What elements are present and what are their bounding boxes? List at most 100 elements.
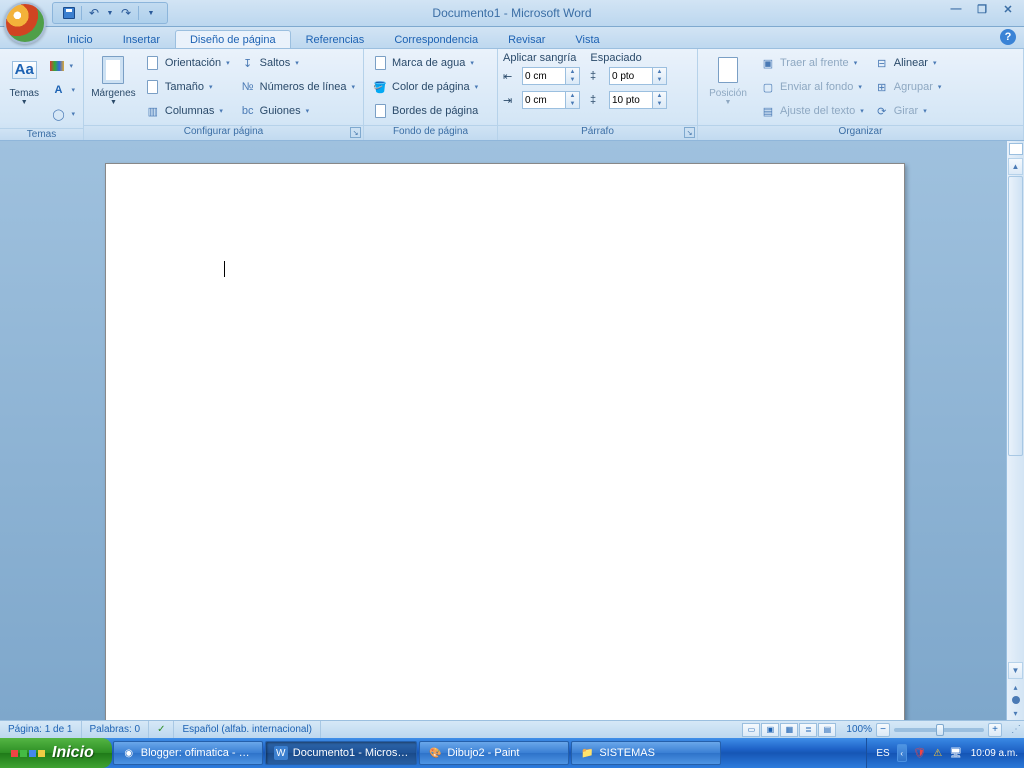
browse-object-button[interactable]: [1012, 696, 1020, 704]
theme-colors-button[interactable]: ▾: [47, 55, 78, 77]
taskbar-item-word[interactable]: WDocumento1 - Micros…: [265, 741, 418, 765]
group-icon: ⊞: [874, 79, 890, 95]
theme-effects-button[interactable]: ◯▾: [47, 103, 78, 125]
undo-icon[interactable]: ↶: [86, 5, 102, 21]
zoom-slider[interactable]: [894, 728, 984, 732]
ruler-toggle-button[interactable]: [1009, 143, 1023, 155]
esp-despues-input[interactable]: [609, 91, 653, 109]
tamano-button[interactable]: Tamaño▾: [142, 76, 233, 98]
spin-up-icon[interactable]: ▲: [653, 68, 666, 76]
spin-up-icon[interactable]: ▲: [653, 92, 666, 100]
guiones-button[interactable]: bcGuiones▾: [237, 100, 358, 122]
status-proofing[interactable]: ✓: [149, 721, 174, 738]
window-title: Documento1 - Microsoft Word: [432, 6, 591, 20]
saltos-button[interactable]: ↧Saltos▾: [237, 52, 358, 74]
language-indicator[interactable]: ES: [873, 748, 892, 759]
zoom-label[interactable]: 100%: [846, 724, 872, 735]
taskbar-item-paint[interactable]: 🎨Dibujo2 - Paint: [419, 741, 569, 765]
scroll-down-button[interactable]: ▼: [1008, 662, 1023, 679]
space-before-icon: ‡: [590, 70, 606, 82]
color-pagina-button[interactable]: 🪣Color de página▾: [369, 76, 481, 98]
esp-antes-spinner[interactable]: ▲▼: [609, 66, 667, 86]
quick-access-toolbar: ↶ ▼ ↷ ▼: [52, 2, 168, 24]
breaks-icon: ↧: [240, 55, 256, 71]
traer-frente-button: ▣Traer al frente▾: [757, 52, 867, 74]
view-web-button[interactable]: ▦: [780, 723, 798, 737]
document-viewport[interactable]: [0, 141, 1006, 720]
system-tray: ES ‹ 🛡 ⚠ 🖥 10:09 a.m.: [866, 738, 1024, 768]
numeros-linea-button[interactable]: №Números de línea▾: [237, 76, 358, 98]
tray-shield-icon[interactable]: 🛡: [913, 746, 927, 760]
tab-correspondencia[interactable]: Correspondencia: [379, 30, 493, 48]
minimize-button[interactable]: —: [946, 2, 966, 16]
spin-down-icon[interactable]: ▼: [566, 100, 579, 108]
spin-up-icon[interactable]: ▲: [566, 68, 579, 76]
spin-down-icon[interactable]: ▼: [653, 76, 666, 84]
temas-button[interactable]: Aa Temas ▼: [5, 52, 43, 107]
zoom-out-button[interactable]: −: [876, 723, 890, 737]
tray-network-icon[interactable]: 🖥: [949, 746, 963, 760]
resize-grip-icon[interactable]: ⋰: [1008, 724, 1024, 735]
save-icon[interactable]: [61, 5, 77, 21]
esp-despues-spinner[interactable]: ▲▼: [609, 90, 667, 110]
undo-dropdown-icon[interactable]: ▼: [106, 5, 114, 21]
theme-fonts-button[interactable]: A▾: [47, 79, 78, 101]
zoom-in-button[interactable]: +: [988, 723, 1002, 737]
help-icon[interactable]: ?: [1000, 29, 1016, 45]
start-button[interactable]: Inicio: [0, 738, 112, 768]
dialog-launcher-icon[interactable]: ↘: [350, 127, 361, 138]
sangria-izq-input[interactable]: [522, 67, 566, 85]
view-full-screen-button[interactable]: ▣: [761, 723, 779, 737]
columnas-button[interactable]: ▥Columnas▾: [142, 100, 233, 122]
document-page[interactable]: [105, 163, 905, 720]
scroll-track[interactable]: [1007, 176, 1024, 661]
restore-button[interactable]: ❐: [972, 2, 992, 16]
spin-up-icon[interactable]: ▲: [566, 92, 579, 100]
tab-revisar[interactable]: Revisar: [493, 30, 560, 48]
tab-referencias[interactable]: Referencias: [291, 30, 380, 48]
tab-vista[interactable]: Vista: [560, 30, 614, 48]
status-page[interactable]: Página: 1 de 1: [0, 721, 82, 738]
margenes-button[interactable]: Márgenes ▼: [89, 52, 138, 107]
close-button[interactable]: ✕: [998, 2, 1018, 16]
tray-alert-icon[interactable]: ⚠: [931, 746, 945, 760]
orientacion-button[interactable]: Orientación▾: [142, 52, 233, 74]
next-page-button[interactable]: ▾: [1007, 706, 1024, 720]
dialog-launcher-icon[interactable]: ↘: [684, 127, 695, 138]
tray-expand-icon[interactable]: ‹: [897, 744, 907, 762]
vertical-scrollbar[interactable]: ▲ ▼ ▴ ▾: [1006, 141, 1024, 720]
sangria-der-spinner[interactable]: ▲▼: [522, 90, 580, 110]
prev-page-button[interactable]: ▴: [1007, 680, 1024, 694]
view-draft-button[interactable]: ▤: [818, 723, 836, 737]
redo-icon[interactable]: ↷: [118, 5, 134, 21]
spin-down-icon[interactable]: ▼: [566, 76, 579, 84]
zoom-handle[interactable]: [936, 724, 944, 736]
tab-insertar[interactable]: Insertar: [108, 30, 175, 48]
esp-antes-input[interactable]: [609, 67, 653, 85]
group-organizar: Posición ▼ ▣Traer al frente▾ ▢Enviar al …: [698, 49, 1024, 140]
office-button[interactable]: [4, 2, 46, 44]
tray-clock[interactable]: 10:09 a.m.: [967, 748, 1018, 759]
taskbar-item-blogger[interactable]: ◉Blogger: ofimatica - …: [113, 741, 263, 765]
tab-diseno-pagina[interactable]: Diseño de página: [175, 30, 291, 48]
status-words[interactable]: Palabras: 0: [82, 721, 150, 738]
alinear-button[interactable]: ⊟Alinear▾: [871, 52, 945, 74]
sangria-header: Aplicar sangría: [503, 52, 576, 64]
chevron-down-icon: ▼: [110, 99, 117, 107]
scroll-thumb[interactable]: [1008, 176, 1023, 456]
ribbon: Aa Temas ▼ ▾ A▾ ◯▾ Temas Márgenes ▼ Orie…: [0, 49, 1024, 141]
sangria-der-input[interactable]: [522, 91, 566, 109]
sangria-izq-spinner[interactable]: ▲▼: [522, 66, 580, 86]
paint-icon: 🎨: [428, 746, 442, 760]
tab-inicio[interactable]: Inicio: [52, 30, 108, 48]
bordes-pagina-button[interactable]: Bordes de página: [369, 100, 481, 122]
scroll-up-button[interactable]: ▲: [1008, 158, 1023, 175]
marca-agua-button[interactable]: Marca de agua▾: [369, 52, 481, 74]
status-language[interactable]: Español (alfab. internacional): [174, 721, 321, 738]
view-print-layout-button[interactable]: ▭: [742, 723, 760, 737]
view-outline-button[interactable]: ≣: [799, 723, 817, 737]
qat-customize-icon[interactable]: ▼: [143, 5, 159, 21]
position-icon: [712, 54, 744, 86]
spin-down-icon[interactable]: ▼: [653, 100, 666, 108]
taskbar-item-sistemas[interactable]: 📁SISTEMAS: [571, 741, 721, 765]
